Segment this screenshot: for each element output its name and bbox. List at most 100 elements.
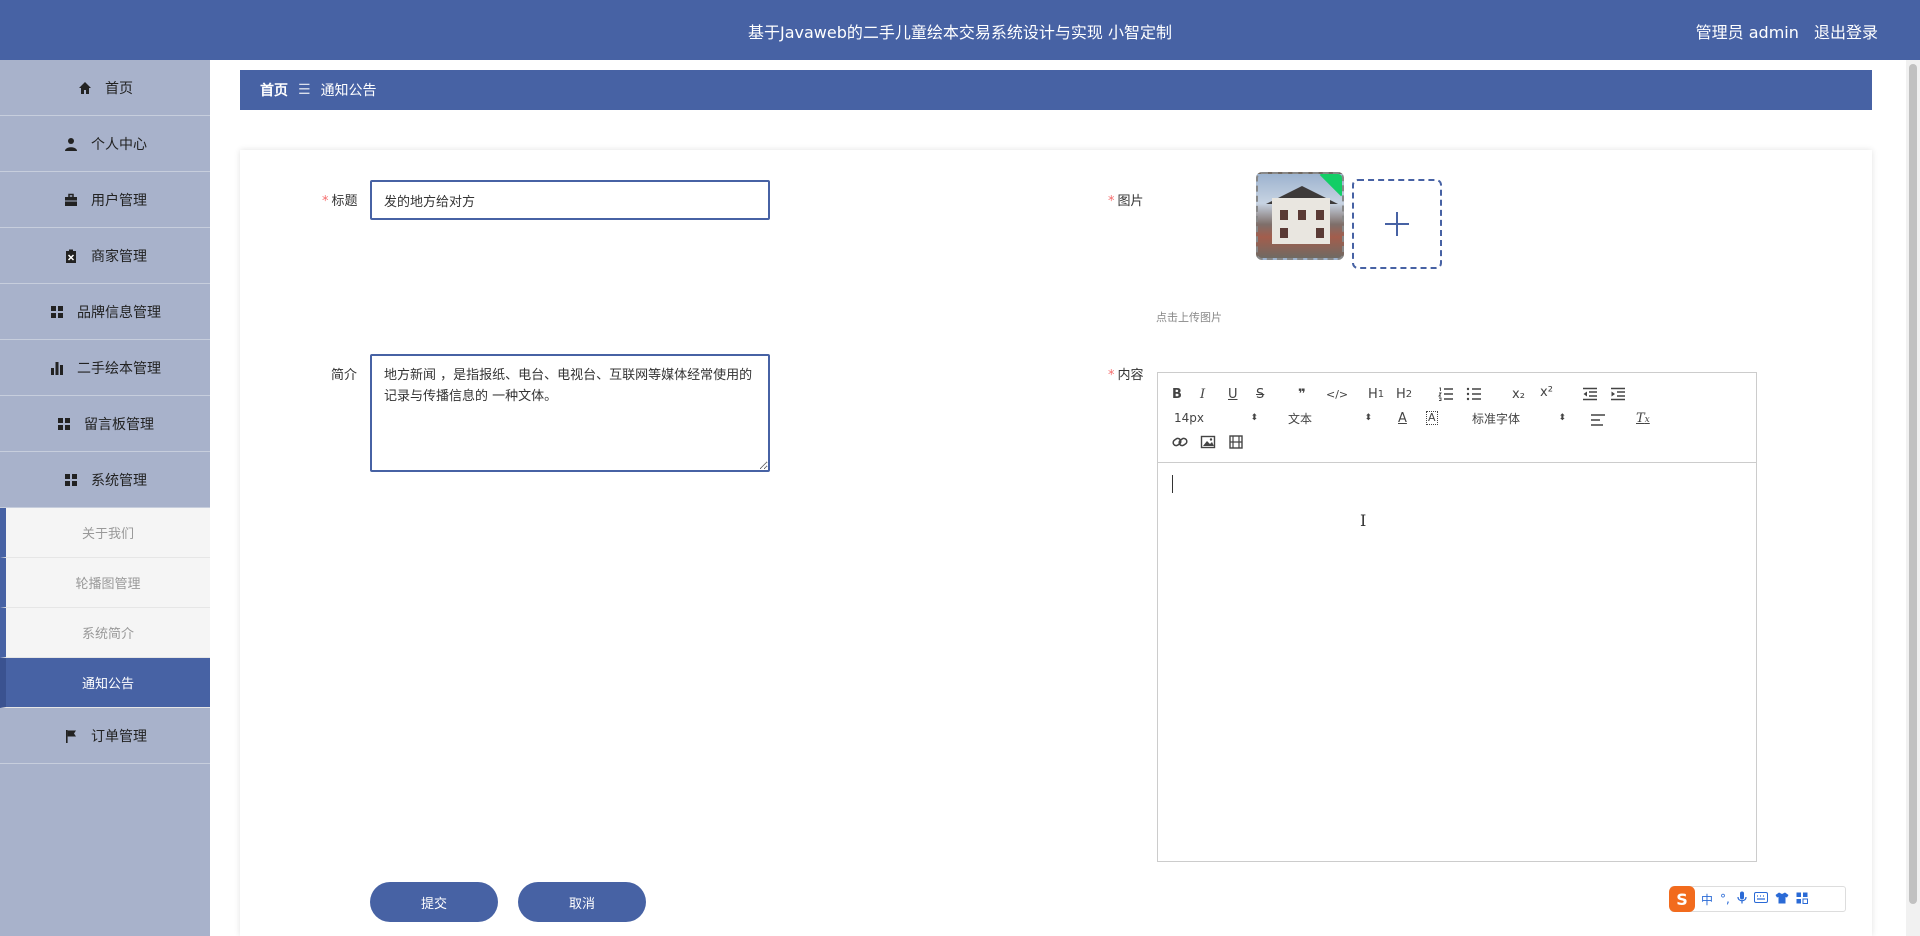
bullet-list-icon <box>1466 387 1481 401</box>
blockquote-button[interactable]: ❞ <box>1298 385 1306 403</box>
image-icon <box>1200 435 1216 449</box>
system-submenu: 关于我们 轮播图管理 系统简介 通知公告 <box>0 508 210 708</box>
ime-skin-icon[interactable] <box>1775 892 1789 907</box>
background-color-icon: A <box>1426 410 1438 426</box>
blockquote-icon: ❞ <box>1298 386 1306 402</box>
text-color-icon: A <box>1398 410 1407 426</box>
ordered-list-button[interactable] <box>1438 385 1454 403</box>
italic-button[interactable]: I <box>1200 385 1205 403</box>
video-icon <box>1229 435 1243 449</box>
grid-icon <box>63 472 79 488</box>
clean-format-button[interactable]: Tx <box>1636 409 1650 427</box>
sidebar-item-label: 商家管理 <box>91 248 147 265</box>
code-block-button[interactable]: </> <box>1326 385 1348 403</box>
ime-keyboard-icon[interactable] <box>1753 892 1768 906</box>
grid-icon <box>49 304 65 320</box>
intro-textarea[interactable]: 地方新闻 ，是指报纸、电台、电视台、互联网等媒体经常使用的记录与传播信息的 一种… <box>370 354 770 472</box>
content-label: * 内容 <box>1108 368 1144 383</box>
breadcrumb: 首页 ☰ 通知公告 <box>240 70 1872 110</box>
background-color-button[interactable]: A <box>1426 409 1438 427</box>
breadcrumb-home[interactable]: 首页 <box>260 80 288 100</box>
sidebar-item-label: 系统管理 <box>91 472 147 489</box>
image-button[interactable] <box>1200 433 1216 451</box>
align-select[interactable] <box>1590 411 1606 429</box>
strike-button[interactable]: S <box>1256 385 1264 403</box>
user-name: 管理员 admin <box>1695 23 1799 42</box>
logout-link[interactable]: 退出登录 <box>1814 23 1878 42</box>
ime-punctuation-toggle[interactable]: °, <box>1720 892 1730 906</box>
indent-button[interactable] <box>1610 385 1626 403</box>
subscript-button[interactable]: x₂ <box>1512 385 1525 403</box>
sidebar-item-label: 订单管理 <box>91 728 147 745</box>
outdent-icon <box>1583 387 1597 401</box>
sidebar-item-home[interactable]: 首页 <box>0 60 210 116</box>
ime-toolbox-icon[interactable] <box>1796 892 1808 907</box>
video-button[interactable] <box>1228 433 1244 451</box>
sidebar-item-label: 二手绘本管理 <box>77 360 161 377</box>
sidebar-item-orders[interactable]: 订单管理 <box>0 708 210 764</box>
sidebar-item-profile[interactable]: 个人中心 <box>0 116 210 172</box>
editor-content-area[interactable]: I <box>1158 463 1756 861</box>
title-label: * 标题 <box>322 194 358 209</box>
sidebar-item-users[interactable]: 用户管理 <box>0 172 210 228</box>
submenu-item-notices[interactable]: 通知公告 <box>0 658 210 708</box>
grid-icon <box>56 416 72 432</box>
link-icon <box>1172 437 1188 447</box>
text-color-button[interactable]: A <box>1398 409 1407 427</box>
title-input[interactable] <box>370 180 770 220</box>
sidebar: 首页 个人中心 用户管理 商家管理 品牌信息管理 二手绘本管理 留言板管理 系统… <box>0 60 210 936</box>
link-button[interactable] <box>1172 433 1188 451</box>
ime-mic-icon[interactable] <box>1737 891 1747 907</box>
superscript-button[interactable]: x² <box>1540 383 1553 401</box>
submenu-item-about[interactable]: 关于我们 <box>0 508 210 558</box>
sidebar-item-label: 个人中心 <box>91 136 147 153</box>
required-mark: * <box>1108 368 1115 383</box>
bar-chart-icon <box>49 360 65 376</box>
person-icon <box>63 136 79 152</box>
header2-button[interactable]: H2 <box>1396 385 1412 403</box>
bold-button[interactable]: B <box>1172 385 1182 403</box>
editor-toolbar: B I U S ❞ </> H1 H2 x₂ x² 14px⬍ 文本⬍ A <box>1158 373 1756 463</box>
submenu-item-carousel[interactable]: 轮播图管理 <box>0 558 210 608</box>
submit-button[interactable]: 提交 <box>370 882 498 922</box>
ordered-list-icon <box>1438 387 1453 401</box>
header1-button[interactable]: H1 <box>1368 385 1384 403</box>
plus-icon <box>1385 212 1409 236</box>
required-mark: * <box>1108 194 1115 209</box>
submenu-item-intro[interactable]: 系统简介 <box>0 608 210 658</box>
select-arrow-icon: ⬍ <box>1364 412 1372 423</box>
ime-toolbar[interactable]: S 中 °, <box>1669 886 1846 912</box>
image-label: * 图片 <box>1108 194 1144 209</box>
sidebar-item-brands[interactable]: 品牌信息管理 <box>0 284 210 340</box>
indent-icon <box>1611 387 1625 401</box>
required-mark: * <box>322 194 329 209</box>
underline-button[interactable]: U <box>1228 385 1238 403</box>
sidebar-item-system[interactable]: 系统管理 <box>0 452 210 508</box>
ime-language-toggle[interactable]: 中 <box>1701 891 1713 908</box>
font-size-select[interactable]: 14px ⬍ <box>1174 409 1258 427</box>
page-scrollbar[interactable] <box>1906 60 1920 936</box>
bullet-list-button[interactable] <box>1466 385 1482 403</box>
intro-label: 简介 <box>331 368 358 383</box>
header-select[interactable]: 文本 ⬍ <box>1288 409 1372 427</box>
select-arrow-icon: ⬍ <box>1558 412 1566 423</box>
briefcase-icon <box>63 192 79 208</box>
home-icon <box>77 80 93 96</box>
sidebar-item-books[interactable]: 二手绘本管理 <box>0 340 210 396</box>
image-upload-button[interactable] <box>1352 179 1442 269</box>
font-family-select[interactable]: 标准字体 ⬍ <box>1472 409 1566 427</box>
align-left-icon <box>1591 414 1605 426</box>
uploaded-image-thumbnail[interactable] <box>1256 172 1344 260</box>
sidebar-item-label: 品牌信息管理 <box>77 304 161 321</box>
clean-format-icon: Tx <box>1636 410 1650 426</box>
cancel-button[interactable]: 取消 <box>518 882 646 922</box>
flag-icon <box>63 728 79 744</box>
outdent-button[interactable] <box>1582 385 1598 403</box>
user-area: 管理员 admin 退出登录 <box>1686 19 1878 43</box>
scrollbar-thumb[interactable] <box>1909 64 1917 904</box>
rich-text-editor: B I U S ❞ </> H1 H2 x₂ x² 14px⬍ 文本⬍ A <box>1157 372 1757 862</box>
sidebar-item-label: 留言板管理 <box>84 416 154 433</box>
sidebar-item-messages[interactable]: 留言板管理 <box>0 396 210 452</box>
sidebar-item-merchants[interactable]: 商家管理 <box>0 228 210 284</box>
upload-tip: 点击上传图片 <box>1156 311 1222 324</box>
